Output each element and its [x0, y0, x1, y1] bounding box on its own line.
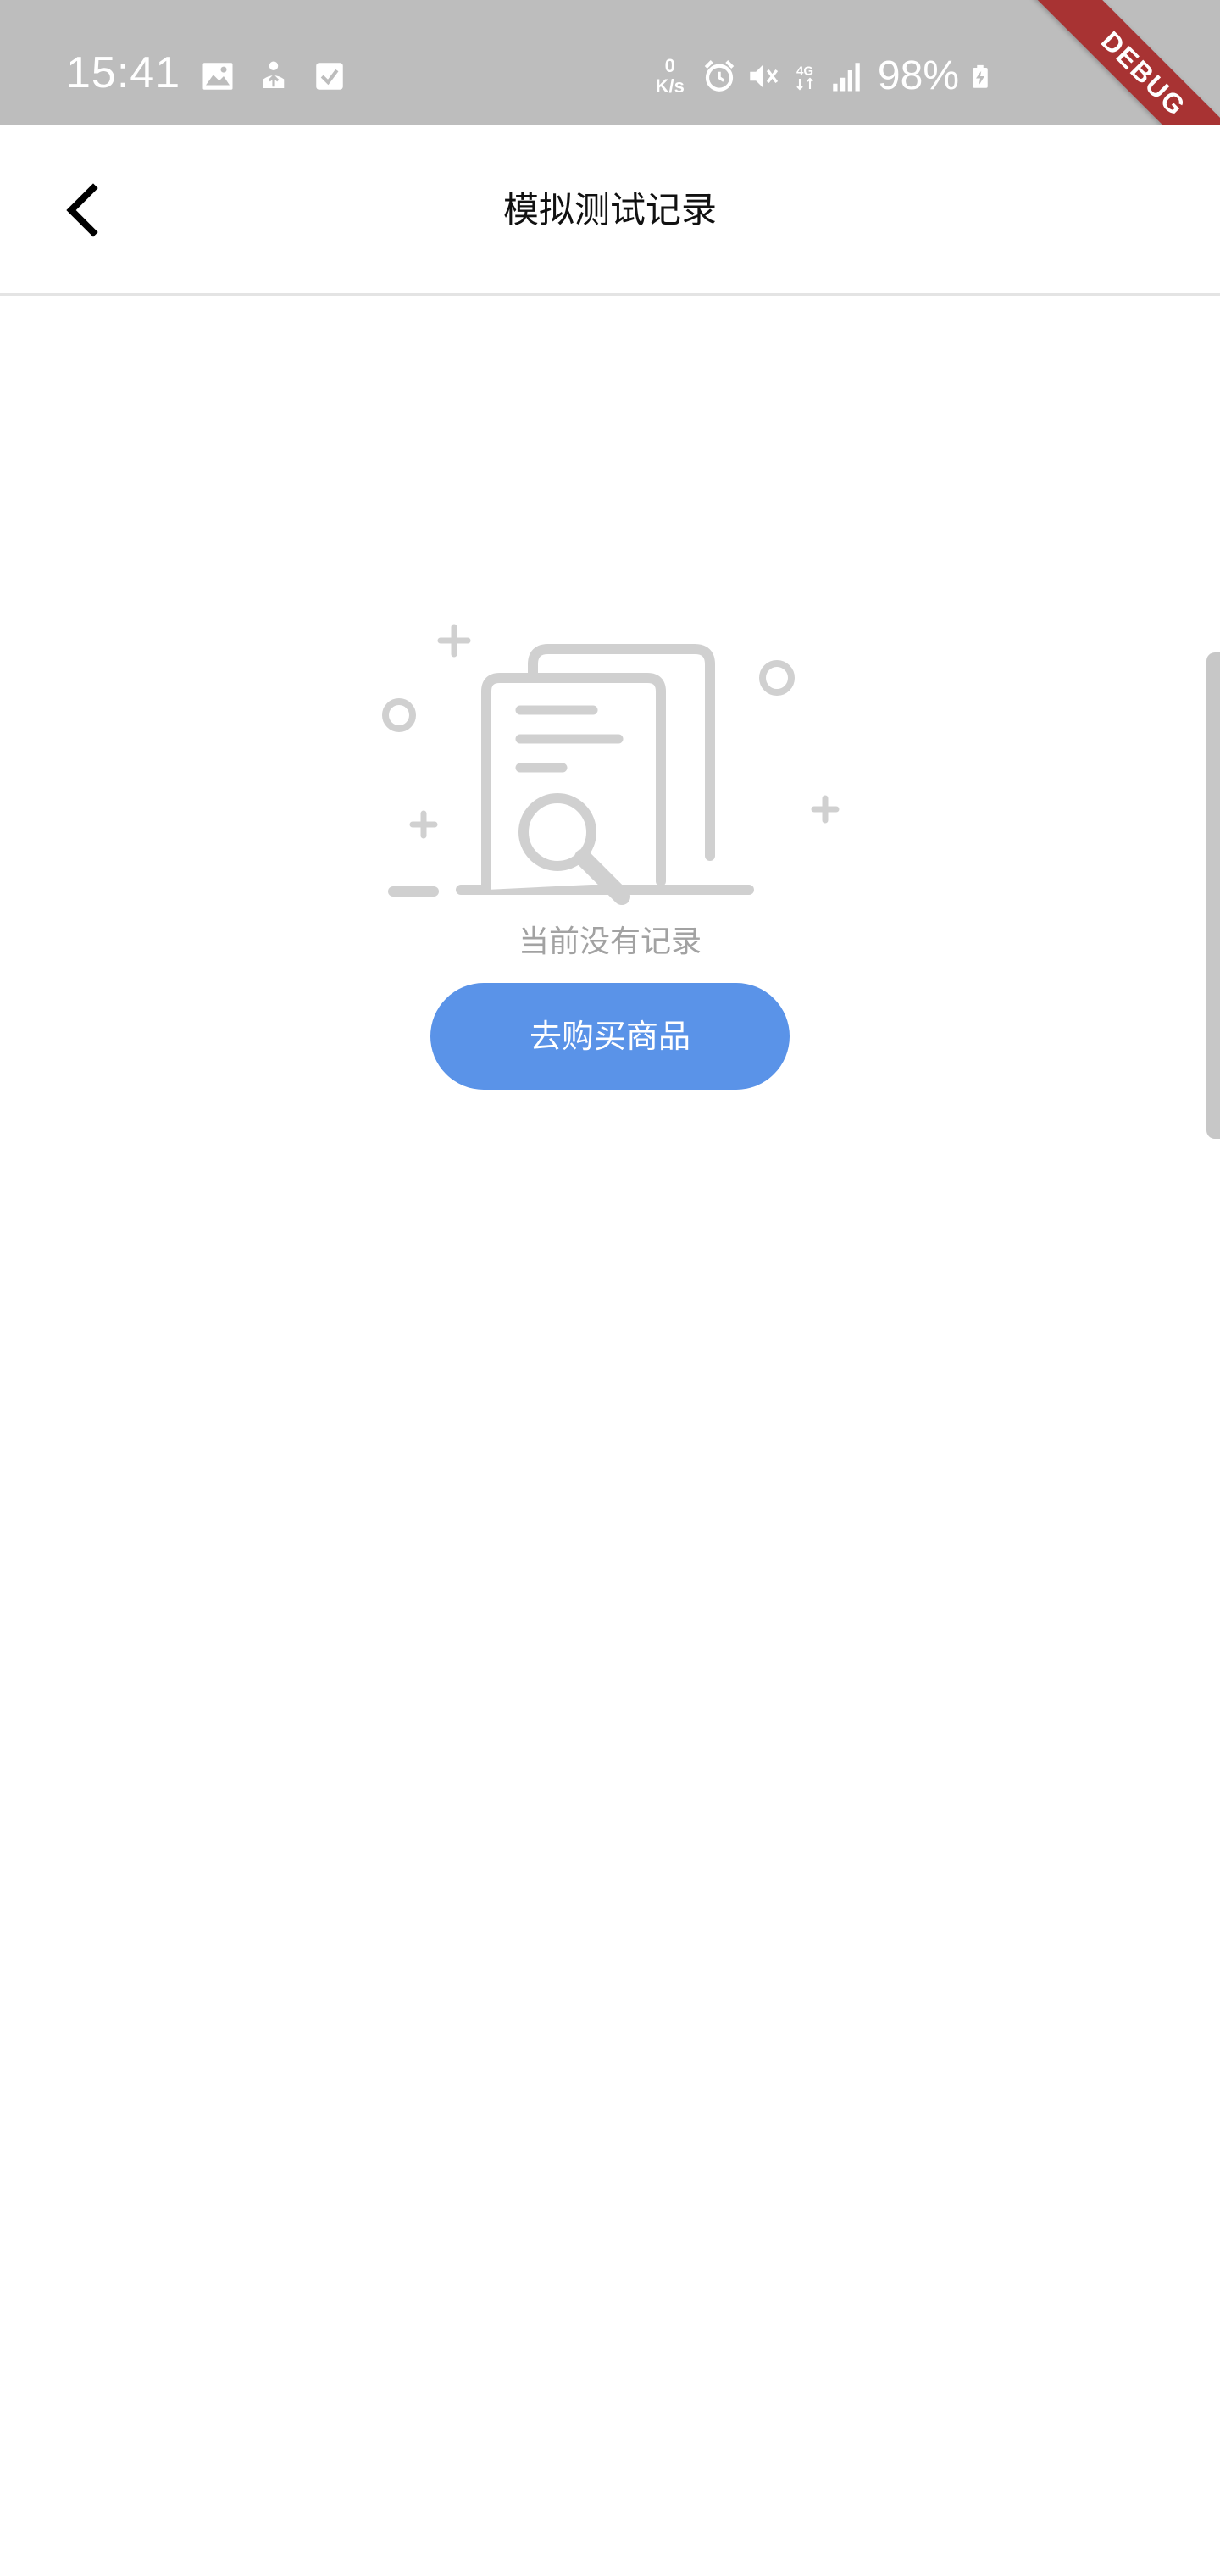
- plus-sparkle-icon: [409, 810, 438, 839]
- checkbox-icon: [316, 63, 343, 90]
- network-speed-unit: K/s: [655, 75, 685, 97]
- battery-percent: 98%: [877, 53, 959, 98]
- status-bar: 15:41 0 K/s 4G 98%: [0, 0, 1220, 125]
- empty-state-message: 当前没有记录: [518, 924, 702, 959]
- mute-icon: [750, 64, 779, 88]
- signal-icon: [833, 63, 860, 92]
- network-speed-value: 0: [664, 55, 675, 76]
- plus-sparkle-icon: [437, 624, 471, 658]
- upload-icon: [263, 61, 285, 88]
- 4g-icon: 4G: [796, 64, 813, 91]
- network-speed: 0 K/s: [656, 56, 685, 97]
- status-right-icons: 0 K/s 4G 98%: [656, 53, 993, 100]
- app-bar: 模拟测试记录: [0, 125, 1220, 296]
- circle-sparkle-icon: [382, 698, 416, 732]
- alarm-icon: [704, 60, 735, 92]
- page-title: 模拟测试记录: [502, 189, 717, 230]
- empty-records-illustration: [382, 624, 840, 905]
- status-time: 15:41: [66, 48, 181, 97]
- status-left-icons: [200, 58, 347, 95]
- network-type-label: 4G: [796, 64, 813, 79]
- circle-sparkle-icon: [759, 660, 795, 696]
- buy-products-button[interactable]: 去购买商品: [430, 983, 790, 1090]
- gallery-icon: [202, 63, 233, 90]
- battery-charging-icon: [973, 64, 988, 88]
- plus-sparkle-icon: [811, 795, 840, 824]
- scrollbar[interactable]: [1206, 652, 1220, 1139]
